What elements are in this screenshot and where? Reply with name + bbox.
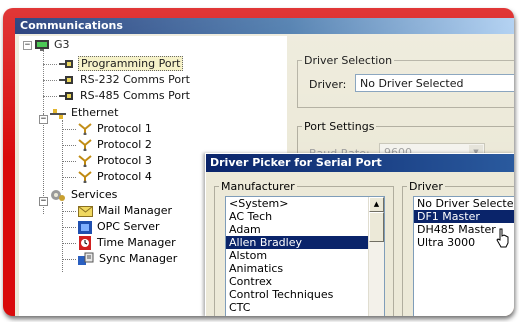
- tree-item-protocol-1[interactable]: Protocol 1: [78, 121, 154, 137]
- group-label: Port Settings: [304, 120, 375, 133]
- manufacturer-list-item[interactable]: Alstom: [226, 249, 384, 262]
- group-label: Driver Selection: [304, 54, 393, 67]
- tree-item-label: RS-485 Comms Port: [80, 89, 190, 102]
- scroll-thumb[interactable]: [369, 212, 384, 242]
- tree-item-label: Ethernet: [71, 106, 119, 119]
- sync-icon: [78, 252, 94, 265]
- tree-item-label: OPC Server: [97, 220, 160, 233]
- group-label: Driver: [409, 180, 443, 193]
- tree-connector: [62, 202, 63, 272]
- tree-item-services[interactable]: Services: [50, 187, 119, 203]
- driver-field[interactable]: No Driver Selected: [355, 74, 514, 92]
- driver-list-item[interactable]: DF1 Master: [414, 210, 514, 223]
- manufacturer-list[interactable]: <System> AC Tech Adam Allen Bradley Alstom An…: [225, 196, 385, 316]
- mail-icon: [78, 205, 93, 217]
- collapse-ethernet-toggle[interactable]: −: [39, 115, 48, 124]
- tree-connector: [62, 211, 76, 212]
- manufacturer-list-item[interactable]: Control Techniques: [226, 288, 384, 301]
- scroll-up-icon[interactable]: ▲: [369, 197, 384, 212]
- tree-item-g3[interactable]: G3: [35, 37, 72, 53]
- clock-icon: [79, 236, 91, 250]
- tree-connector: [62, 243, 76, 244]
- manufacturer-list-item[interactable]: Animatics: [226, 262, 384, 275]
- manufacturer-items: <System> AC Tech Adam Allen Bradley Alstom An…: [226, 197, 384, 314]
- tree-item-opc-server[interactable]: OPC Server: [78, 219, 162, 235]
- tree-item-mail-manager[interactable]: Mail Manager: [78, 203, 174, 219]
- manufacturer-list-item[interactable]: <System>: [226, 197, 384, 210]
- tree-item-label: Programming Port: [78, 56, 184, 71]
- tree-connector: [62, 161, 76, 162]
- services-icon: [51, 190, 65, 201]
- tree-item-label: Services: [71, 188, 118, 201]
- tree-connector: [62, 129, 76, 130]
- port-icon: [59, 92, 73, 100]
- driver-list[interactable]: No Driver Selected DF1 Master DH485 Master…: [413, 196, 514, 316]
- tree-connector: [62, 120, 63, 190]
- tree-item-ethernet[interactable]: Ethernet: [50, 105, 120, 121]
- protocol-icon: [78, 171, 92, 183]
- manufacturer-list-item[interactable]: CTC: [226, 301, 384, 314]
- manufacturer-list-item[interactable]: Contrex: [226, 275, 384, 288]
- collapse-root-toggle[interactable]: −: [23, 41, 32, 50]
- tree-connector: [62, 145, 76, 146]
- tree-item-programming-port[interactable]: Programming Port: [59, 56, 184, 72]
- tree-connector: [62, 227, 76, 228]
- tree-item-rs232-port[interactable]: RS-232 Comms Port: [59, 72, 192, 88]
- tree-item-label: Protocol 3: [97, 154, 152, 167]
- manufacturer-list-item[interactable]: Allen Bradley: [226, 236, 384, 249]
- tree-item-label: Sync Manager: [99, 252, 178, 265]
- driver-picker-dialog: Driver Picker for Serial Port Manufactur…: [205, 153, 514, 316]
- manufacturer-list-item[interactable]: AC Tech: [226, 210, 384, 223]
- network-icon: [50, 109, 66, 119]
- port-icon: [59, 76, 73, 84]
- manufacturer-list-item[interactable]: Adam: [226, 223, 384, 236]
- tree-item-sync-manager[interactable]: Sync Manager: [78, 251, 179, 267]
- red-frame: Communications − − − G3 Programming Port…: [3, 8, 514, 316]
- tree-connector: [62, 259, 76, 260]
- pointer-cursor-icon: [496, 228, 509, 248]
- group-label: Manufacturer: [221, 180, 295, 193]
- tree-item-label: Time Manager: [97, 236, 176, 249]
- communications-window: Communications − − − G3 Programming Port…: [15, 18, 514, 316]
- tree-item-label: Protocol 1: [97, 122, 152, 135]
- protocol-icon: [78, 139, 92, 151]
- tree-item-time-manager[interactable]: Time Manager: [78, 235, 178, 251]
- tree-item-protocol-4[interactable]: Protocol 4: [78, 169, 154, 185]
- driver-label: Driver:: [309, 78, 347, 91]
- tree-item-label: Mail Manager: [98, 204, 173, 217]
- tree-item-label: G3: [54, 38, 70, 51]
- device-icon: [35, 40, 49, 51]
- tree-item-rs485-port[interactable]: RS-485 Comms Port: [59, 88, 192, 104]
- tree-item-protocol-2[interactable]: Protocol 2: [78, 137, 154, 153]
- tree-connector: [43, 50, 44, 114]
- tree-connector: [43, 96, 57, 97]
- manufacturer-scrollbar[interactable]: ▲: [368, 197, 384, 316]
- tree-item-label: RS-232 Comms Port: [80, 73, 190, 86]
- protocol-icon: [78, 123, 92, 135]
- tree-connector: [62, 177, 76, 178]
- opc-icon: [78, 220, 92, 234]
- port-icon: [59, 60, 73, 68]
- tree-connector: [43, 64, 57, 65]
- tree-connector: [43, 80, 57, 81]
- protocol-icon: [78, 155, 92, 167]
- collapse-services-toggle[interactable]: −: [39, 197, 48, 206]
- tree-item-label: Protocol 2: [97, 138, 152, 151]
- driver-list-item[interactable]: No Driver Selected: [414, 197, 514, 210]
- dialog-title: Driver Picker for Serial Port: [206, 154, 514, 172]
- tree-item-label: Protocol 4: [97, 170, 152, 183]
- window-title: Communications: [15, 18, 514, 34]
- tree-item-protocol-3[interactable]: Protocol 3: [78, 153, 154, 169]
